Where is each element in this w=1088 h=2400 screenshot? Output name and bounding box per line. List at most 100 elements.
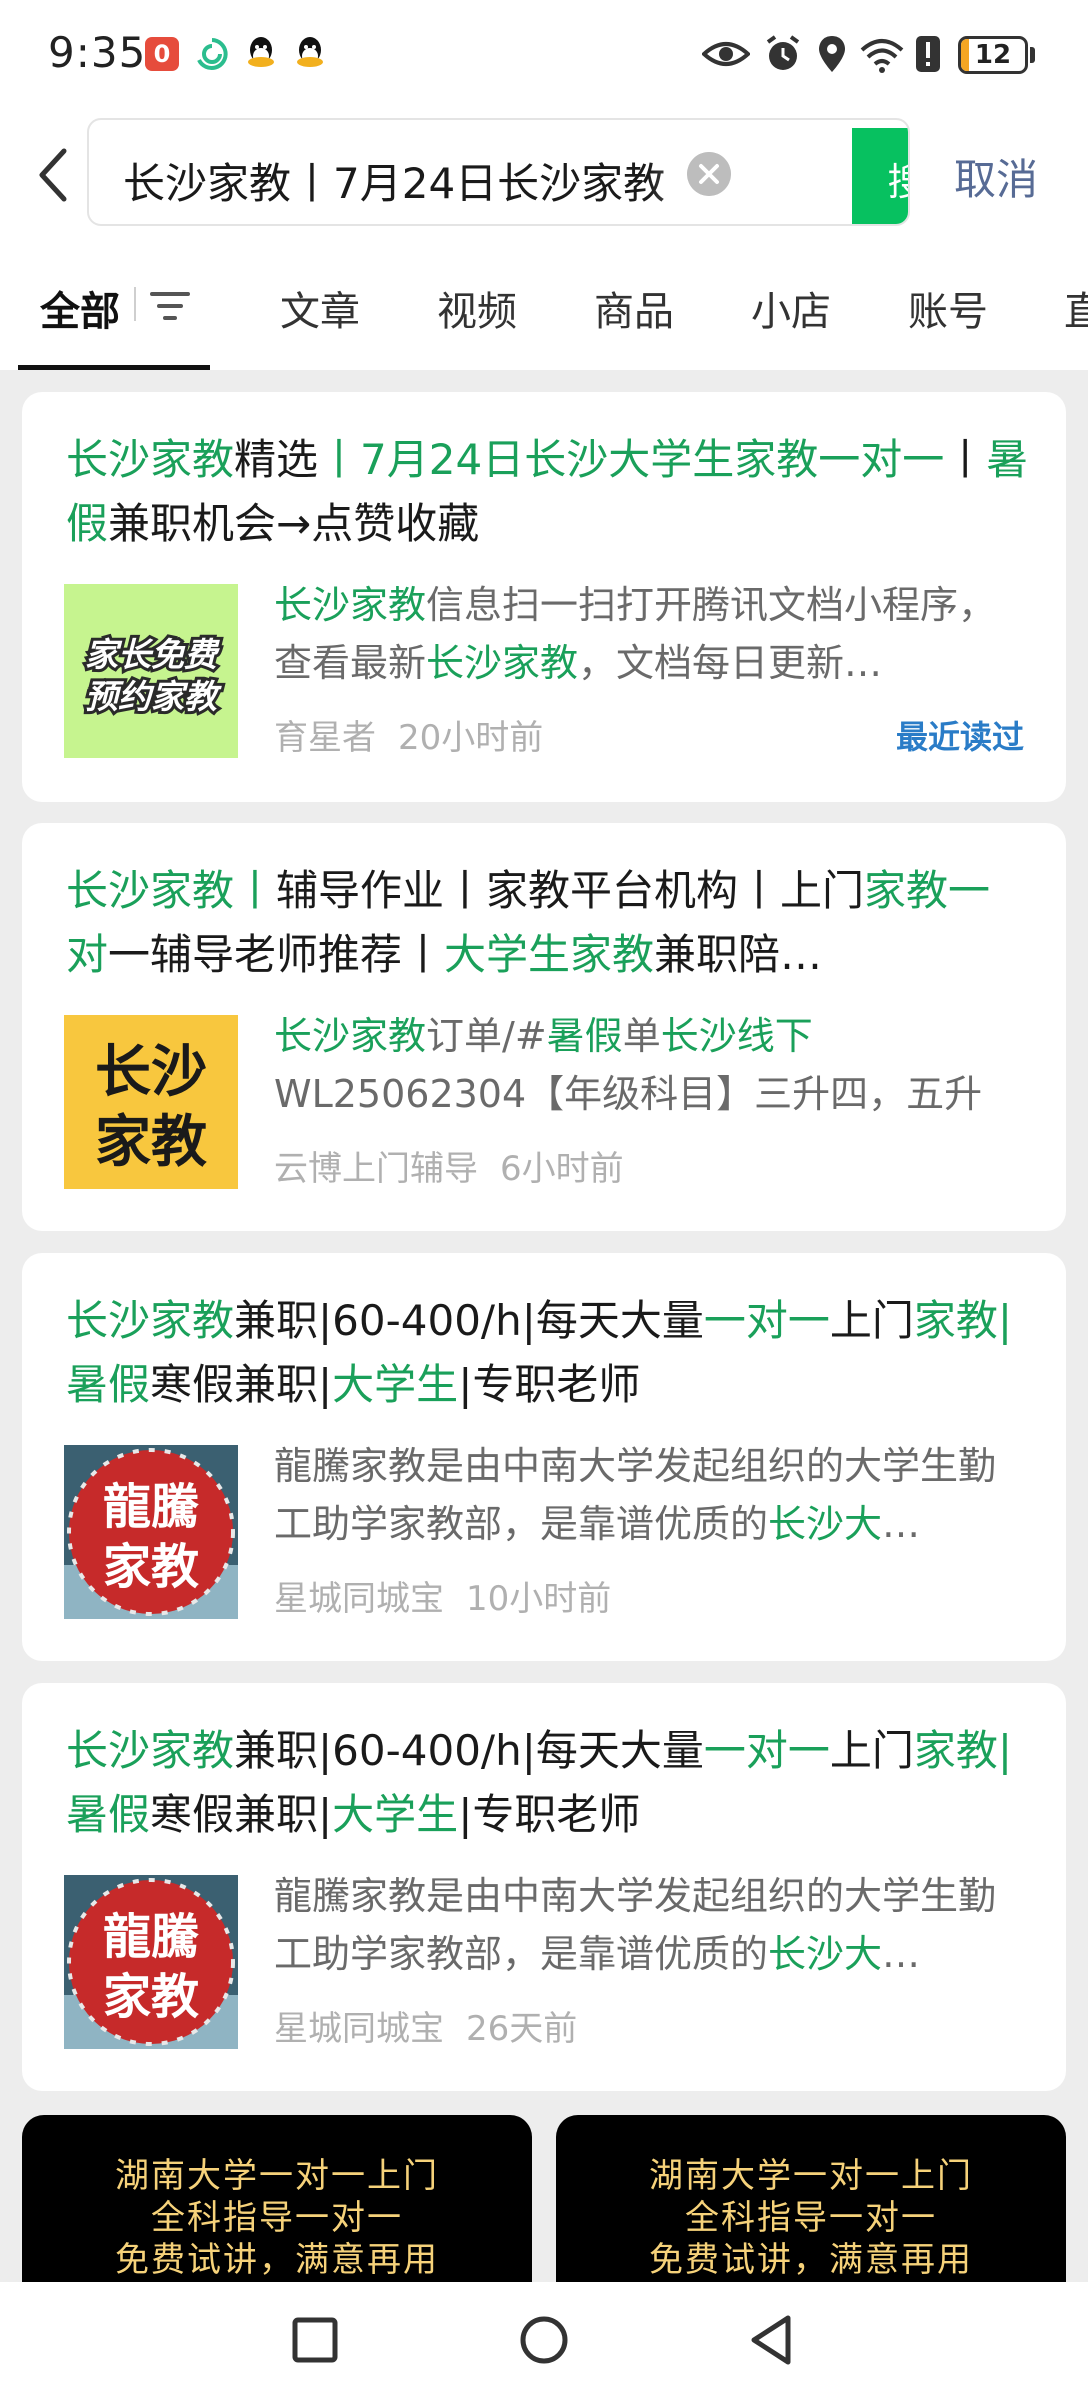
tab-divider bbox=[134, 287, 136, 321]
recent-apps-icon[interactable] bbox=[285, 2310, 345, 2370]
ad-tile[interactable]: 湖南大学一对一上门 全科指导一对一 免费试讲，满意再用 bbox=[556, 2115, 1066, 2300]
tab-all[interactable]: 全部 bbox=[40, 279, 120, 337]
tab-shops[interactable]: 小店 bbox=[751, 279, 831, 337]
result-source[interactable]: 星城同城宝 bbox=[274, 1579, 444, 1619]
text-segment: 上门 bbox=[829, 1296, 914, 1345]
qq-icon bbox=[248, 37, 274, 67]
result-meta: 育星者 20小时前 bbox=[274, 710, 543, 759]
highlighted-keyword: 一对一 bbox=[703, 1726, 830, 1775]
result-time: 20小时前 bbox=[398, 718, 544, 758]
filter-icon[interactable] bbox=[150, 289, 190, 323]
text-segment: 丨 bbox=[944, 435, 987, 484]
tab-articles[interactable]: 文章 bbox=[280, 279, 360, 337]
text-segment: 兼职机会→点赞收藏 bbox=[108, 499, 480, 548]
highlighted-keyword: 大学生 bbox=[332, 1360, 459, 1409]
wifi-icon bbox=[860, 39, 904, 73]
result-source[interactable]: 云博上门辅导 bbox=[274, 1149, 478, 1189]
result-card[interactable]: 长沙家教丨辅导作业丨家教平台机构丨上门家教一对一辅导老师推荐丨大学生家教兼职陪…… bbox=[22, 823, 1066, 1231]
highlighted-keyword: 暑假 bbox=[546, 1014, 623, 1058]
thumbnail-text-line: 家教 bbox=[103, 1969, 199, 2025]
result-description: 长沙家教订单/#暑假单长沙线下 WL25062304【年级科目】三升四，五升六，语… bbox=[274, 1007, 1032, 1123]
notification-badge-icon: 0 bbox=[145, 37, 179, 71]
thumbnail-graphic: 长沙 家教 bbox=[95, 1040, 207, 1175]
result-thumbnail[interactable]: 龍騰 家教 bbox=[64, 1445, 238, 1619]
highlighted-keyword: 长沙大 bbox=[768, 1502, 883, 1546]
result-title[interactable]: 长沙家教兼职|60-400/h|每天大量一对一上门家教|暑假寒假兼职|大学生|专… bbox=[66, 1719, 1030, 1847]
text-segment: … bbox=[882, 1502, 921, 1546]
tab-live[interactable]: 直 bbox=[1064, 279, 1088, 337]
status-bar: 9:35 0 12 bbox=[0, 0, 1088, 110]
thumbnail-text-line: 家教 bbox=[103, 1539, 199, 1595]
text-segment: 单 bbox=[622, 1014, 661, 1058]
text-segment: 寒假兼职| bbox=[150, 1790, 333, 1839]
text-segment: |专职老师 bbox=[458, 1360, 641, 1409]
result-card[interactable]: 长沙家教兼职|60-400/h|每天大量一对一上门家教|暑假寒假兼职|大学生|专… bbox=[22, 1253, 1066, 1661]
result-title[interactable]: 长沙家教兼职|60-400/h|每天大量一对一上门家教|暑假寒假兼职|大学生|专… bbox=[66, 1289, 1030, 1417]
active-tab-indicator bbox=[18, 365, 210, 370]
highlighted-keyword: 长沙大 bbox=[768, 1932, 883, 1976]
result-tabs: 全部 文章 视频 商品 小店 账号 直 bbox=[0, 235, 1088, 370]
thumbnail-text-line: 家教 bbox=[95, 1110, 207, 1175]
search-query-text[interactable]: 长沙家教丨7月24日长沙家教 bbox=[123, 150, 713, 211]
result-title[interactable]: 长沙家教丨辅导作业丨家教平台机构丨上门家教一对一辅导老师推荐丨大学生家教兼职陪… bbox=[66, 859, 1030, 987]
ad-text-line: 全科指导一对一 bbox=[151, 2198, 403, 2238]
text-segment: 精选 bbox=[234, 435, 319, 484]
highlighted-keyword: 长沙线下 bbox=[660, 1014, 813, 1058]
search-header: 长沙家教丨7月24日长沙家教 搜索 取消 bbox=[0, 110, 1088, 235]
text-segment: ，文档每日更新… bbox=[578, 641, 883, 685]
tab-accounts[interactable]: 账号 bbox=[908, 279, 988, 337]
search-button[interactable]: 搜索 bbox=[852, 128, 908, 224]
back-arrow-icon[interactable] bbox=[30, 145, 80, 205]
result-thumbnail[interactable]: 龍騰 家教 bbox=[64, 1875, 238, 2049]
ad-text-line: 免费试讲，满意再用 bbox=[115, 2240, 439, 2280]
tab-products[interactable]: 商品 bbox=[594, 279, 674, 337]
back-icon[interactable] bbox=[742, 2310, 802, 2370]
result-card[interactable]: 长沙家教兼职|60-400/h|每天大量一对一上门家教|暑假寒假兼职|大学生|专… bbox=[22, 1683, 1066, 2091]
recently-read-badge: 最近读过 bbox=[895, 718, 1024, 756]
tab-videos[interactable]: 视频 bbox=[437, 279, 517, 337]
highlighted-keyword: 长沙家教 bbox=[426, 641, 579, 685]
ad-text-line: 湖南大学一对一上门 bbox=[649, 2156, 973, 2196]
text-segment: … bbox=[882, 1932, 921, 1976]
location-icon bbox=[819, 36, 845, 72]
result-meta: 星城同城宝 26天前 bbox=[274, 2001, 577, 2050]
text-segment: 一辅导老师推荐丨 bbox=[108, 930, 445, 979]
recycle-icon bbox=[197, 38, 228, 70]
cancel-button[interactable]: 取消 bbox=[954, 146, 1038, 207]
result-card[interactable]: 长沙家教精选丨7月24日长沙大学生家教一对一丨暑假兼职机会→点赞收藏 家长免费 … bbox=[22, 392, 1066, 802]
result-thumbnail[interactable]: 家长免费 预约家教 bbox=[64, 584, 238, 758]
alert-icon bbox=[916, 36, 940, 72]
ad-text-line: 免费试讲，满意再用 bbox=[649, 2240, 973, 2280]
highlighted-keyword: 长沙家教 bbox=[274, 583, 427, 627]
highlighted-keyword: 长沙家教 bbox=[274, 1014, 427, 1058]
thumbnail-graphic: 龍騰 家教 bbox=[64, 1445, 238, 1619]
highlighted-keyword: 长沙家教丨 bbox=[66, 866, 277, 915]
thumbnail-text-line: 龍騰 bbox=[103, 1479, 200, 1535]
result-source[interactable]: 育星者 bbox=[274, 718, 376, 758]
clear-search-icon[interactable] bbox=[687, 152, 731, 196]
thumbnail-graphic: 家长免费 预约家教 bbox=[82, 632, 225, 719]
alarm-icon bbox=[766, 35, 800, 70]
search-input[interactable]: 长沙家教丨7月24日长沙家教 搜索 bbox=[87, 118, 910, 226]
battery-cap bbox=[1030, 47, 1035, 63]
result-meta: 云博上门辅导 6小时前 bbox=[274, 1141, 624, 1190]
result-description: 龍騰家教是由中南大学发起组织的大学生勤工助学家教部，是靠谱优质的长沙大… bbox=[274, 1867, 1032, 1983]
battery-level-text: 12 bbox=[974, 40, 1012, 70]
ad-tile[interactable]: 湖南大学一对一上门 全科指导一对一 免费试讲，满意再用 bbox=[22, 2115, 532, 2300]
text-segment: 上门 bbox=[829, 1726, 914, 1775]
system-nav-bar bbox=[0, 2282, 1088, 2400]
thumbnail-text-line: 长沙 bbox=[95, 1040, 207, 1105]
highlighted-keyword: 长沙家教 bbox=[66, 435, 235, 484]
text-segment: 兼职陪… bbox=[654, 930, 823, 979]
highlighted-keyword: 丨7月24日长沙大学生家教一对一 bbox=[318, 435, 945, 484]
home-icon[interactable] bbox=[514, 2310, 574, 2370]
thumbnail-text-line: 家长免费 bbox=[85, 635, 220, 674]
thumbnail-graphic: 龍騰 家教 bbox=[64, 1875, 238, 2049]
result-thumbnail[interactable]: 长沙 家教 bbox=[64, 1015, 238, 1189]
result-title[interactable]: 长沙家教精选丨7月24日长沙大学生家教一对一丨暑假兼职机会→点赞收藏 bbox=[66, 428, 1030, 556]
result-source[interactable]: 星城同城宝 bbox=[274, 2009, 444, 2049]
ad-text-line: 全科指导一对一 bbox=[685, 2198, 937, 2238]
result-time: 26天前 bbox=[466, 2009, 578, 2049]
thumbnail-text-line: 预约家教 bbox=[85, 677, 222, 716]
result-time: 10小时前 bbox=[466, 1579, 612, 1619]
